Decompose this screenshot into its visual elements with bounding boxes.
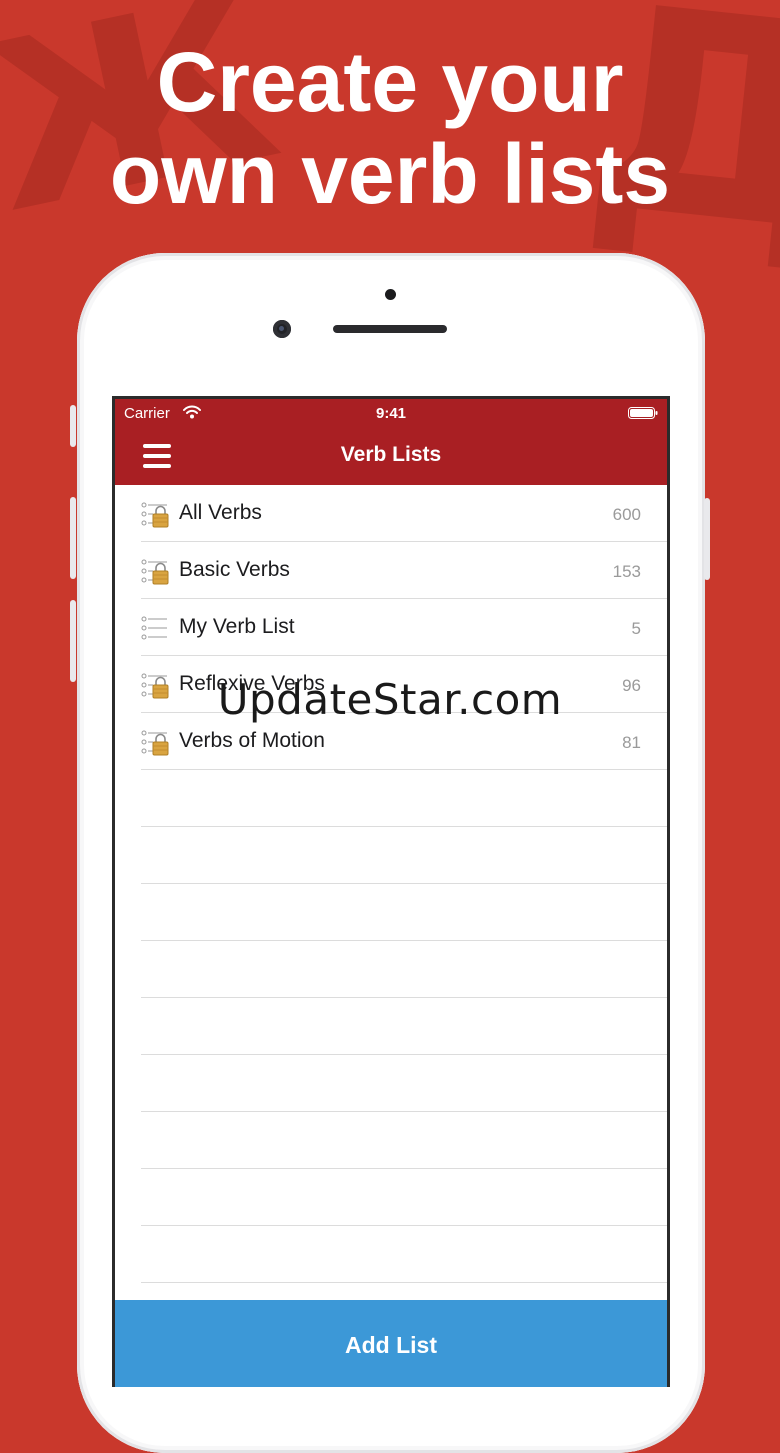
verb-list: All Verbs 600 Basic Verbs 153 My Verb Li… bbox=[115, 485, 667, 1283]
empty-row bbox=[141, 770, 667, 827]
list-name: My Verb List bbox=[179, 615, 295, 638]
proximity-sensor bbox=[385, 289, 396, 300]
headline-line-1: Create your bbox=[156, 35, 624, 129]
list-count: 600 bbox=[612, 505, 641, 524]
front-camera bbox=[273, 320, 291, 338]
list-count: 5 bbox=[631, 619, 641, 638]
locked-list-icon bbox=[141, 502, 169, 528]
promo-headline: Create your own verb lists bbox=[0, 36, 780, 220]
locked-list-icon bbox=[141, 559, 169, 585]
headline-line-2: own verb lists bbox=[109, 127, 671, 221]
list-item[interactable]: Basic Verbs 153 bbox=[141, 542, 667, 599]
empty-row bbox=[141, 941, 667, 998]
empty-row bbox=[141, 884, 667, 941]
phone-screen: Carrier 9:41 Verb Lists All Verbs 600 Ba… bbox=[112, 396, 670, 1387]
list-item[interactable]: My Verb List 5 bbox=[141, 599, 667, 656]
list-name: Verbs of Motion bbox=[179, 729, 325, 752]
phone-volume-down-button bbox=[70, 600, 76, 682]
empty-row bbox=[141, 1226, 667, 1283]
empty-row bbox=[141, 998, 667, 1055]
list-name: Basic Verbs bbox=[179, 558, 290, 581]
earpiece-speaker bbox=[333, 325, 447, 333]
status-time: 9:41 bbox=[375, 405, 407, 422]
list-icon bbox=[141, 616, 167, 640]
battery-icon bbox=[628, 407, 658, 419]
phone-power-button bbox=[704, 498, 710, 580]
phone-mute-switch bbox=[70, 405, 76, 447]
empty-row bbox=[141, 1112, 667, 1169]
list-count: 81 bbox=[622, 733, 641, 752]
empty-row bbox=[141, 1055, 667, 1112]
locked-list-icon bbox=[141, 730, 169, 756]
navigation-bar: Carrier 9:41 Verb Lists bbox=[115, 399, 667, 485]
empty-row bbox=[141, 1169, 667, 1226]
empty-row bbox=[141, 827, 667, 884]
list-name: All Verbs bbox=[179, 501, 262, 524]
list-item[interactable]: All Verbs 600 bbox=[141, 485, 667, 542]
list-count: 153 bbox=[612, 562, 641, 581]
phone-volume-up-button bbox=[70, 497, 76, 579]
add-list-button[interactable]: Add List bbox=[115, 1300, 667, 1387]
page-title: Verb Lists bbox=[340, 443, 442, 466]
watermark-text: UpdateStar.com bbox=[217, 675, 563, 724]
